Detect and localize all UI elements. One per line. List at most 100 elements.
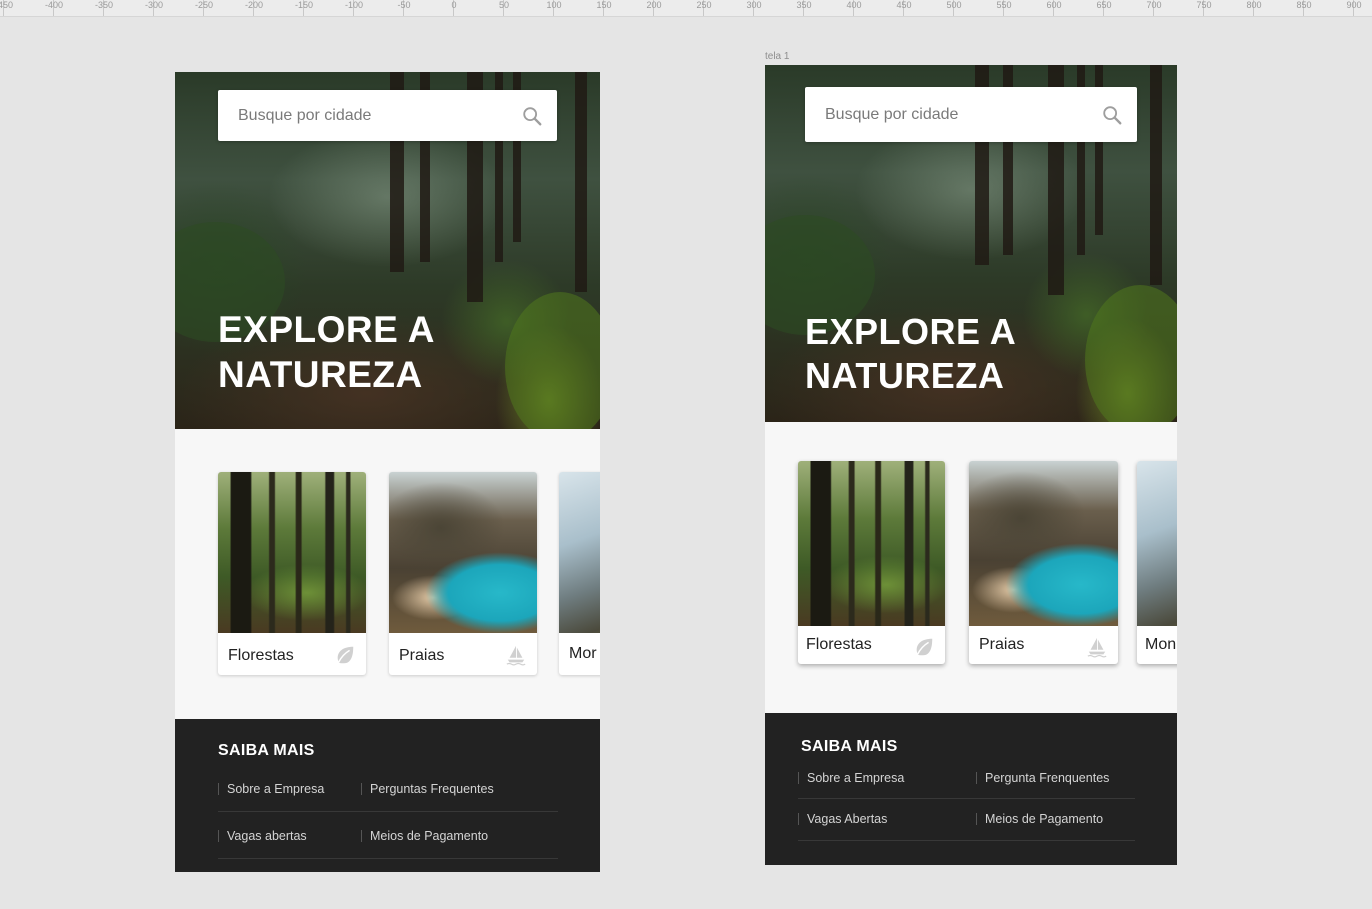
ruler-tick-label: 100	[546, 0, 562, 10]
search-bar[interactable]	[805, 87, 1137, 142]
ruler-tick-label: 200	[646, 0, 662, 10]
card-label: Mor	[569, 645, 597, 662]
footer-link-vagas-abertas[interactable]: Vagas abertas	[218, 830, 307, 842]
ruler-tick-label: 550	[996, 0, 1012, 10]
artboard-label[interactable]: tela 1	[765, 51, 789, 62]
ruler-tick-label: 250	[696, 0, 712, 10]
ruler-tick-label: 0	[451, 0, 457, 10]
search-input[interactable]	[236, 90, 507, 141]
hero-banner: EXPLORE A NATUREZA	[765, 65, 1177, 422]
ruler-tick: -150	[295, 0, 313, 16]
ruler-tick: -350	[95, 0, 113, 16]
artboard-screen-1[interactable]: EXPLORE A NATUREZA Florestas Praias Mor …	[175, 72, 600, 872]
category-card-florestas[interactable]: Florestas	[798, 461, 945, 664]
ruler-tick-label: 600	[1046, 0, 1062, 10]
footer: SAIBA MAIS Sobre a Empresa Perguntas Fre…	[175, 719, 600, 872]
beach-image	[389, 472, 537, 633]
search-icon[interactable]	[1101, 104, 1123, 126]
ruler-tick: -50	[397, 0, 411, 16]
card-label: Praias	[979, 636, 1025, 653]
ruler-tick: 500	[946, 0, 962, 16]
ruler-tick-label: 650	[1096, 0, 1112, 10]
ruler-tick: 300	[746, 0, 762, 16]
footer-link-vagas-abertas[interactable]: Vagas Abertas	[798, 813, 887, 825]
ruler-tick-label: -400	[44, 0, 63, 10]
beach-image	[969, 461, 1118, 626]
hero-title-line-2: NATUREZA	[218, 354, 423, 396]
category-card-praias[interactable]: Praias	[389, 472, 537, 675]
ruler-tick: -200	[245, 0, 263, 16]
sailboat-icon	[506, 645, 526, 666]
ruler-tick: 50	[499, 0, 509, 16]
mountain-image	[1137, 461, 1177, 626]
hero-title-line-1: EXPLORE A	[805, 311, 1017, 352]
search-bar[interactable]	[218, 90, 557, 141]
ruler-tick: 350	[796, 0, 812, 16]
ruler-tick: 750	[1196, 0, 1212, 16]
ruler-tick-label: -250	[194, 0, 213, 10]
ruler-tick-label: 150	[596, 0, 612, 10]
ruler-tick-label: 300	[746, 0, 762, 10]
footer-divider	[798, 798, 1135, 799]
ruler-tick-label: -50	[397, 0, 411, 10]
ruler-tick-label: -100	[344, 0, 363, 10]
footer-divider	[218, 858, 558, 859]
hero-title-line-2: NATUREZA	[805, 354, 1005, 396]
ruler-tick: -250	[195, 0, 213, 16]
footer-divider	[218, 811, 558, 812]
footer-link-sobre-empresa[interactable]: Sobre a Empresa	[218, 783, 324, 795]
forest-image	[218, 472, 366, 633]
ruler-tick-label: -200	[244, 0, 263, 10]
card-label: Mon	[1145, 636, 1177, 653]
ruler-tick: -450	[0, 0, 13, 16]
ruler-tick-label: 850	[1296, 0, 1312, 10]
category-card-florestas[interactable]: Florestas	[218, 472, 366, 675]
ruler-tick: 700	[1146, 0, 1162, 16]
footer-link-perguntas-frequentes[interactable]: Perguntas Frequentes	[361, 783, 494, 795]
footer-link-pergunta-frequentes[interactable]: Pergunta Frenquentes	[976, 772, 1109, 784]
ruler-tick: -300	[145, 0, 163, 16]
footer-link-meios-pagamento[interactable]: Meios de Pagamento	[361, 830, 488, 842]
ruler-tick-label: 400	[846, 0, 862, 10]
ruler-tick-label: 700	[1146, 0, 1162, 10]
ruler-tick: 200	[646, 0, 662, 16]
category-card-praias[interactable]: Praias	[969, 461, 1118, 664]
ruler-tick-label: 50	[498, 0, 509, 10]
footer-link-sobre-empresa[interactable]: Sobre a Empresa	[798, 772, 904, 784]
leaf-icon	[916, 638, 933, 656]
ruler-tick-label: -350	[94, 0, 113, 10]
ruler-tick: 850	[1296, 0, 1312, 16]
footer: SAIBA MAIS Sobre a Empresa Pergunta Fren…	[765, 713, 1177, 865]
ruler-tick: 650	[1096, 0, 1112, 16]
ruler-tick: 0	[451, 0, 457, 16]
ruler-tick-label: 500	[946, 0, 962, 10]
ruler-tick: 100	[546, 0, 562, 16]
ruler-tick-label: -450	[0, 0, 13, 10]
search-icon[interactable]	[521, 105, 543, 127]
footer-title: SAIBA MAIS	[218, 742, 315, 759]
leaf-icon	[337, 646, 354, 664]
footer-link-meios-pagamento[interactable]: Meios de Pagamento	[976, 813, 1103, 825]
hero-title: EXPLORE A NATUREZA	[805, 310, 1016, 398]
category-card-montanhas[interactable]: Mon	[1137, 461, 1177, 664]
ruler-tick: 550	[996, 0, 1012, 16]
ruler-tick: 450	[896, 0, 912, 16]
ruler-tick-label: 900	[1346, 0, 1362, 10]
ruler-tick: 400	[846, 0, 862, 16]
ruler-tick-label: 450	[896, 0, 912, 10]
sailboat-icon	[1087, 637, 1107, 658]
ruler-tick: 150	[596, 0, 612, 16]
search-input[interactable]	[823, 87, 1087, 142]
ruler-tick-label: -150	[294, 0, 313, 10]
ruler-tick-label: -300	[144, 0, 163, 10]
footer-divider	[798, 840, 1135, 841]
mountain-image	[559, 472, 600, 633]
artboard-screen-2[interactable]: EXPLORE A NATUREZA Florestas Praias Mon …	[765, 65, 1177, 865]
category-card-montanhas[interactable]: Mor	[559, 472, 600, 675]
ruler-tick: 800	[1246, 0, 1262, 16]
ruler-tick: -100	[345, 0, 363, 16]
card-label: Florestas	[806, 636, 872, 653]
hero-title-line-1: EXPLORE A	[218, 309, 435, 350]
ruler-tick: 250	[696, 0, 712, 16]
ruler-tick: 900	[1346, 0, 1362, 16]
